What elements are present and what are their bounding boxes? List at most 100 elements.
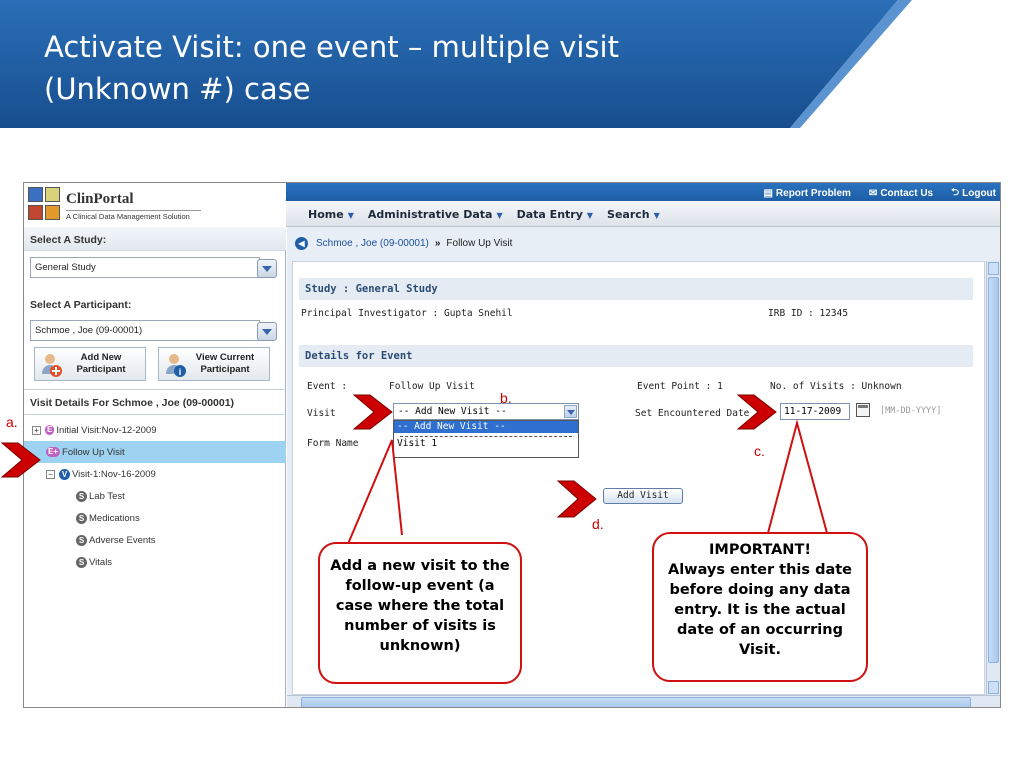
slide-title-line-2: (Unknown #) case — [44, 72, 311, 106]
expand-icon[interactable]: + — [32, 425, 41, 435]
nav-home-label: Home — [308, 208, 344, 221]
tree-label-visit-1: Visit-1:Nov-16-2009 — [72, 468, 156, 480]
tree-item-form[interactable]: S Medications — [24, 507, 286, 529]
horizontal-scrollbar[interactable] — [287, 695, 1000, 707]
slide-title-line-1: Activate Visit: one event – multiple vis… — [44, 30, 619, 64]
scroll-up-icon[interactable] — [988, 262, 999, 275]
scroll-down-icon[interactable] — [988, 681, 999, 694]
visit-details-header: Visit Details For Schmoe , Joe (09-00001… — [24, 389, 286, 415]
callout-important-title: IMPORTANT! — [709, 542, 811, 558]
nav-search-label: Search — [607, 208, 650, 221]
logout-link[interactable]: ⮌ Logout — [951, 185, 996, 202]
study-dropdown-icon[interactable] — [257, 259, 277, 278]
tree-label-vitals: Vitals — [89, 556, 113, 568]
report-problem-link[interactable]: ▤ Report Problem — [763, 185, 850, 202]
chevron-down-icon[interactable] — [564, 405, 577, 418]
visit-option-visit-1[interactable]: Visit 1 — [394, 438, 578, 450]
principal-investigator: Principal Investigator : Gupta Snehil — [301, 308, 513, 319]
arrow-a-icon — [0, 442, 41, 478]
scroll-thumb[interactable] — [301, 697, 971, 707]
tree-label-lab-test: Lab Test — [89, 490, 125, 502]
svg-text:i: i — [179, 367, 182, 377]
marker-d: d. — [592, 516, 604, 532]
tree-item-form[interactable]: S Lab Test — [24, 485, 286, 507]
slide-banner: Activate Visit: one event – multiple vis… — [0, 0, 1024, 130]
back-arrow-icon[interactable]: ◀ — [295, 236, 308, 250]
event-label: Event : — [307, 381, 348, 392]
tree-label-follow-up: Follow Up Visit — [62, 446, 125, 458]
nav-admin-label: Administrative Data — [367, 208, 493, 221]
breadcrumb-current: Follow Up Visit — [446, 237, 513, 249]
logo-icon — [28, 187, 62, 223]
tree-label-medications: Medications — [89, 512, 140, 524]
tree-label-initial-visit: Initial Visit:Nov-12-2009 — [56, 424, 157, 436]
breadcrumb-participant-link[interactable]: Schmoe , Joe (09-00001) — [316, 238, 429, 249]
study-select[interactable]: General Study — [30, 257, 260, 278]
visit-label: Visit — [307, 408, 336, 419]
vertical-scrollbar[interactable] — [986, 261, 1000, 695]
tree-item-follow-up-visit[interactable]: E+ Follow Up Visit — [24, 441, 286, 463]
tree-item-initial-visit[interactable]: + E Initial Visit:Nov-12-2009 — [24, 419, 286, 441]
scroll-thumb[interactable] — [988, 277, 999, 663]
date-format-hint: [MM-DD-YYYY] — [880, 406, 942, 416]
nav-home[interactable]: Home ▼ — [308, 208, 354, 221]
event-icon: E+ — [46, 447, 61, 457]
add-visit-button[interactable]: Add Visit — [603, 488, 683, 504]
callout-important-text: Always enter this date before doing any … — [667, 562, 852, 658]
option-separator — [400, 436, 572, 437]
nav-data-entry[interactable]: Data Entry ▼ — [517, 208, 593, 221]
info-user-icon: i — [166, 354, 186, 377]
study-label: Select A Study: — [30, 234, 107, 246]
number-of-visits: No. of Visits : Unknown — [770, 381, 902, 392]
logout-label: Logout — [962, 188, 996, 199]
callout-add-new-visit: Add a new visit to the follow-up event (… — [318, 542, 522, 684]
participant-select[interactable]: Schmoe , Joe (09-00001) — [30, 320, 260, 341]
irb-id: IRB ID : 12345 — [768, 308, 849, 319]
event-section-header: Details for Event — [299, 345, 973, 367]
logout-icon: ⮌ — [951, 187, 960, 198]
encounter-date-input[interactable]: 11-17-2009 — [780, 403, 850, 420]
participant-dropdown-icon[interactable] — [257, 322, 277, 341]
form-icon: S — [76, 534, 87, 546]
chevron-down-icon: ▼ — [347, 211, 354, 220]
nav-data-entry-label: Data Entry — [516, 208, 583, 221]
visit-dropdown-list: -- Add New Visit -- Visit 1 — [393, 420, 579, 458]
report-problem-label: Report Problem — [775, 188, 851, 199]
arrow-b-icon — [352, 394, 393, 430]
calendar-icon[interactable] — [856, 403, 870, 417]
callout-add-new-visit-text: Add a new visit to the follow-up event (… — [330, 558, 510, 654]
visit-select[interactable]: -- Add New Visit -- — [393, 403, 579, 420]
visit-icon: V — [59, 468, 70, 480]
tree-label-adverse-events: Adverse Events — [89, 534, 156, 546]
callout-important: IMPORTANT! Always enter this date before… — [652, 532, 868, 682]
marker-b: b. — [500, 390, 512, 406]
add-participant-button[interactable]: Add New Participant — [34, 347, 146, 381]
chevron-down-icon: ▼ — [653, 211, 660, 220]
logo-subtitle: A Clinical Data Management Solution — [66, 210, 201, 221]
view-participant-button[interactable]: i View Current Participant — [158, 347, 270, 381]
mail-icon: ✉ — [868, 188, 878, 199]
document-icon: ▤ — [763, 188, 773, 199]
breadcrumb-separator: » — [434, 237, 441, 249]
logo-name: ClinPortal — [66, 191, 134, 207]
add-user-icon — [42, 354, 62, 377]
nav-administrative-data[interactable]: Administrative Data ▼ — [368, 208, 503, 221]
collapse-icon[interactable]: − — [46, 469, 55, 479]
contact-us-link[interactable]: ✉ Contact Us — [869, 185, 933, 202]
nav-search[interactable]: Search ▼ — [607, 208, 660, 221]
slide-title: Activate Visit: one event – multiple vis… — [44, 26, 824, 110]
encounter-date-label: Set Encountered Date — [635, 408, 750, 419]
chevron-down-icon: ▼ — [496, 211, 503, 220]
main-nav: Home ▼ Administrative Data ▼ Data Entry ▼ S… — [286, 201, 1000, 227]
form-name-label: Form Name — [307, 438, 359, 449]
visit-select-value: -- Add New Visit -- — [398, 406, 507, 417]
marker-a: a. — [6, 414, 18, 430]
tree-item-form[interactable]: S Adverse Events — [24, 529, 286, 551]
event-icon: E — [45, 425, 55, 435]
tree-item-visit-1[interactable]: − V Visit-1:Nov-16-2009 — [24, 463, 286, 485]
event-value: Follow Up Visit — [389, 381, 475, 392]
contact-us-label: Contact Us — [880, 188, 934, 199]
tree-item-form[interactable]: S Vitals — [24, 551, 286, 573]
logo: ClinPortal A Clinical Data Management So… — [24, 183, 286, 227]
visit-option-add-new[interactable]: -- Add New Visit -- — [394, 421, 578, 433]
